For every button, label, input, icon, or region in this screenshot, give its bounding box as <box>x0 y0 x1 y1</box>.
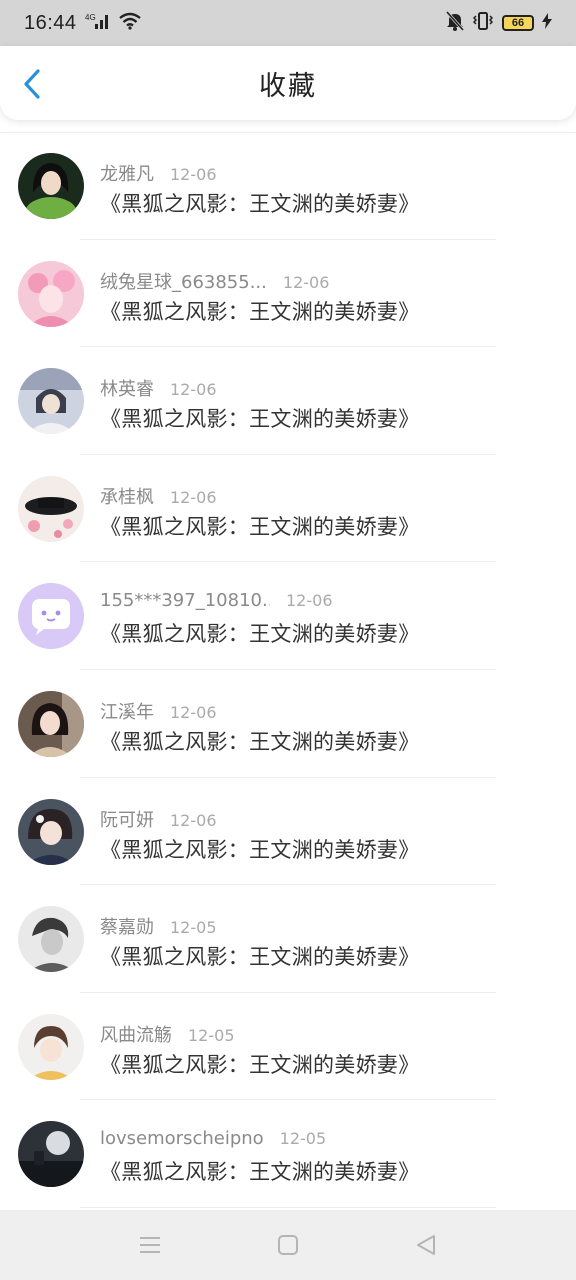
user-name: 林英睿 <box>100 379 154 401</box>
avatar[interactable] <box>18 583 84 650</box>
avatar[interactable] <box>18 690 84 757</box>
list-item[interactable]: 阮可妍 12-06 《黑狐之风影：王文渊的美娇妻》 <box>0 778 576 886</box>
book-title[interactable]: 《黑狐之风影：王文渊的美娇妻》 <box>100 403 420 433</box>
avatar[interactable] <box>18 260 84 327</box>
chevron-left-icon <box>24 69 40 99</box>
home-square-icon <box>278 1235 298 1255</box>
user-name: 155***397_10810... <box>100 590 270 612</box>
item-date: 12-05 <box>279 1129 327 1149</box>
list-item[interactable]: lovsemorscheipno 12-05 《黑狐之风影：王文渊的美娇妻》 <box>0 1100 576 1208</box>
back-button[interactable] <box>14 64 50 104</box>
user-name: 阮可妍 <box>100 809 154 831</box>
user-name: 承桂枫 <box>100 486 154 508</box>
avatar[interactable] <box>18 906 84 973</box>
back-nav-button[interactable] <box>411 1230 441 1260</box>
page-title: 收藏 <box>259 70 317 102</box>
user-name: 江溪年 <box>100 701 154 723</box>
book-title[interactable]: 《黑狐之风影：王文渊的美娇妻》 <box>100 511 420 541</box>
list-item[interactable]: 风曲流觞 12-05 《黑狐之风影：王文渊的美娇妻》 <box>0 993 576 1101</box>
user-name: 绒兔星球_663855... <box>100 271 267 293</box>
item-date: 12-06 <box>282 272 330 292</box>
user-name: 龙雅凡 <box>100 164 154 185</box>
favorites-list: 龙雅凡 12-06 《黑狐之风影：王文渊的美娇妻》 绒兔星球_663855... 1… <box>0 132 576 1208</box>
avatar[interactable] <box>18 1013 84 1080</box>
book-title[interactable]: 《黑狐之风影：王文渊的美娇妻》 <box>100 1156 420 1186</box>
list-item[interactable]: 155***397_10810... 12-06 《黑狐之风影：王文渊的美娇妻》 <box>0 562 576 670</box>
list-item[interactable]: 龙雅凡 12-06 《黑狐之风影：王文渊的美娇妻》 <box>0 132 576 240</box>
item-date: 12-05 <box>188 1025 235 1045</box>
system-nav-bar <box>0 1210 576 1280</box>
list-item[interactable]: 蔡嘉勋 12-05 《黑狐之风影：王文渊的美娇妻》 <box>0 885 576 993</box>
user-name: lovsemorscheipno <box>100 1128 264 1150</box>
menu-button[interactable] <box>135 1230 165 1260</box>
back-triangle-icon <box>417 1235 435 1255</box>
book-title[interactable]: 《黑狐之风影：王文渊的美娇妻》 <box>100 296 420 326</box>
avatar[interactable] <box>18 475 84 542</box>
status-bar: 16:44 4G 66 <box>0 0 576 46</box>
mute-bell-icon <box>445 10 465 36</box>
item-date: 12-06 <box>286 591 333 611</box>
book-title[interactable]: 《黑狐之风影：王文渊的美娇妻》 <box>100 188 420 218</box>
home-button[interactable] <box>273 1230 303 1260</box>
list-item[interactable]: 江溪年 12-06 《黑狐之风影：王文渊的美娇妻》 <box>0 670 576 778</box>
book-title[interactable]: 《黑狐之风影：王文渊的美娇妻》 <box>100 726 420 756</box>
header: 收藏 <box>0 46 576 120</box>
book-title[interactable]: 《黑狐之风影：王文渊的美娇妻》 <box>100 1049 420 1079</box>
avatar[interactable] <box>18 1121 84 1188</box>
item-date: 12-06 <box>170 380 217 400</box>
book-title[interactable]: 《黑狐之风影：王文渊的美娇妻》 <box>100 618 420 648</box>
list-item[interactable]: 林英睿 12-06 《黑狐之风影：王文渊的美娇妻》 <box>0 347 576 455</box>
signal-icon: 4G <box>85 12 111 35</box>
charging-icon <box>542 12 552 34</box>
menu-icon <box>140 1237 160 1253</box>
item-date: 12-06 <box>170 702 217 722</box>
item-date: 12-06 <box>170 165 217 184</box>
avatar[interactable] <box>18 153 84 219</box>
avatar[interactable] <box>18 798 84 865</box>
item-date: 12-06 <box>170 487 217 507</box>
status-time: 16:44 <box>24 11 77 34</box>
list-item[interactable]: 承桂枫 12-06 《黑狐之风影：王文渊的美娇妻》 <box>0 455 576 563</box>
network-type-label: 4G <box>85 13 96 22</box>
user-name: 蔡嘉勋 <box>100 917 154 939</box>
book-title[interactable]: 《黑狐之风影：王文渊的美娇妻》 <box>100 834 420 864</box>
book-title[interactable]: 《黑狐之风影：王文渊的美娇妻》 <box>100 941 420 971</box>
user-name: 风曲流觞 <box>100 1024 172 1046</box>
wifi-icon <box>118 12 141 35</box>
avatar[interactable] <box>18 368 84 435</box>
vibrate-icon <box>472 11 494 36</box>
battery-icon: 66 <box>502 15 534 31</box>
list-item[interactable]: 绒兔星球_663855... 12-06 《黑狐之风影：王文渊的美娇妻》 <box>0 240 576 348</box>
item-date: 12-06 <box>170 810 217 830</box>
item-date: 12-05 <box>170 918 217 938</box>
